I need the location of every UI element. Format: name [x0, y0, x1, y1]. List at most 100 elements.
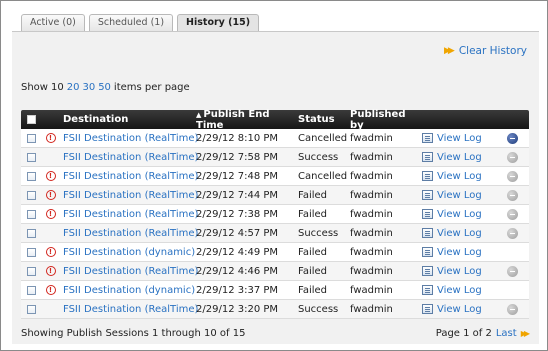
view-log-link[interactable]: View Log	[422, 133, 497, 144]
exclamation-circle-icon: !	[45, 247, 56, 257]
status-text: Failed	[298, 284, 328, 296]
clear-history-label: Clear History	[458, 45, 527, 57]
minus-circle-icon[interactable]	[506, 227, 518, 239]
publish-end-time: 2/29/12 7:44 PM	[196, 189, 279, 201]
destination-link[interactable]: FSII Destination (RealTime)	[63, 266, 198, 277]
view-log-link[interactable]: View Log	[422, 152, 497, 163]
history-panel: ▶▶ Clear History Show 10 20 30 50 items …	[12, 31, 539, 344]
published-by: fwadmin	[350, 170, 393, 182]
row-checkbox[interactable]	[27, 228, 36, 238]
publish-end-time: 2/29/12 8:10 PM	[196, 132, 279, 144]
minus-circle-icon[interactable]	[506, 189, 518, 201]
view-log-label: View Log	[437, 208, 482, 220]
view-log-link[interactable]: View Log	[422, 171, 497, 182]
tab-history[interactable]: History (15)	[177, 14, 260, 32]
row-checkbox[interactable]	[27, 171, 36, 181]
column-status[interactable]: Status	[298, 114, 350, 125]
last-page-link[interactable]: Last	[496, 328, 517, 339]
row-checkbox[interactable]	[27, 209, 36, 219]
status-text: Failed	[298, 189, 328, 201]
view-log-link[interactable]: View Log	[422, 228, 497, 239]
publish-end-time: 2/29/12 4:57 PM	[196, 227, 279, 239]
pagination: Page 1 of 2 Last ▶▶	[436, 328, 530, 339]
row-checkbox[interactable]	[27, 133, 36, 143]
tab-active[interactable]: Active (0)	[21, 14, 85, 31]
publish-end-time: 2/29/12 7:48 PM	[196, 170, 279, 182]
minus-circle-icon[interactable]	[506, 170, 518, 182]
log-document-icon	[422, 171, 433, 181]
published-by: fwadmin	[350, 284, 393, 296]
row-checkbox[interactable]	[27, 266, 36, 276]
row-checkbox[interactable]	[27, 304, 36, 314]
published-by: fwadmin	[350, 303, 393, 315]
destination-link[interactable]: FSII Destination (RealTime)	[63, 171, 198, 182]
table-row: ! FSII Destination (RealTime) 2/29/12 7:38…	[21, 205, 529, 224]
table-header: Destination ▲ Publish End Time Status Pub…	[21, 109, 529, 131]
fast-forward-icon: ▶▶	[444, 46, 455, 56]
per-page-option-50[interactable]: 50	[98, 82, 111, 93]
column-destination[interactable]: Destination	[63, 114, 196, 125]
status-text: Failed	[298, 246, 328, 258]
per-page-option-30[interactable]: 30	[82, 82, 95, 93]
view-log-label: View Log	[437, 284, 482, 296]
table-body: ! FSII Destination (RealTime) 2/29/12 8:10…	[21, 129, 529, 319]
publish-end-time: 2/29/12 3:37 PM	[196, 284, 279, 296]
view-log-link[interactable]: View Log	[422, 285, 497, 296]
column-published-by[interactable]: Published by	[350, 109, 422, 131]
destination-link[interactable]: FSII Destination (RealTime)	[63, 133, 198, 144]
view-log-label: View Log	[437, 265, 482, 277]
minus-circle-icon[interactable]	[506, 208, 518, 220]
view-log-link[interactable]: View Log	[422, 304, 497, 315]
sessions-table: Destination ▲ Publish End Time Status Pub…	[21, 109, 529, 319]
status-text: Success	[298, 303, 339, 315]
row-checkbox[interactable]	[27, 247, 36, 257]
destination-link[interactable]: FSII Destination (RealTime)	[63, 209, 198, 220]
destination-link[interactable]: FSII Destination (RealTime)	[63, 152, 198, 163]
table-row: ! FSII Destination (RealTime) 2/29/12 7:48…	[21, 167, 529, 186]
table-row: ! FSII Destination (RealTime) 2/29/12 8:10…	[21, 129, 529, 148]
per-page-option-20[interactable]: 20	[67, 82, 80, 93]
view-log-link[interactable]: View Log	[422, 209, 497, 220]
tab-bar: Active (0) Scheduled (1) History (15)	[21, 14, 260, 32]
table-row: ! FSII Destination (RealTime) 2/29/12 4:46…	[21, 262, 529, 281]
log-document-icon	[422, 209, 433, 219]
fast-forward-icon: ▶▶	[520, 329, 530, 338]
view-log-label: View Log	[437, 303, 482, 315]
destination-link[interactable]: FSII Destination (RealTime)	[63, 190, 198, 201]
view-log-link[interactable]: View Log	[422, 266, 497, 277]
destination-link[interactable]: FSII Destination (dynamic)	[63, 247, 195, 258]
exclamation-circle-icon: !	[45, 190, 56, 200]
publish-end-time: 2/29/12 4:46 PM	[196, 265, 279, 277]
view-log-label: View Log	[437, 151, 482, 163]
table-row: FSII Destination (RealTime) 2/29/12 4:57 …	[21, 224, 529, 243]
publish-sessions-window: Active (0) Scheduled (1) History (15) ▶▶…	[0, 0, 548, 351]
minus-circle-icon[interactable]	[506, 132, 518, 144]
tab-scheduled[interactable]: Scheduled (1)	[88, 14, 174, 31]
view-log-label: View Log	[437, 189, 482, 201]
publish-end-time: 2/29/12 3:20 PM	[196, 303, 279, 315]
row-checkbox[interactable]	[27, 190, 36, 200]
log-document-icon	[422, 133, 433, 143]
destination-link[interactable]: FSII Destination (RealTime)	[63, 228, 198, 239]
table-row: ! FSII Destination (dynamic) 2/29/12 4:49 …	[21, 243, 529, 262]
row-checkbox[interactable]	[27, 285, 36, 295]
column-publish-end-time[interactable]: ▲ Publish End Time	[196, 109, 298, 131]
select-all-checkbox[interactable]	[27, 115, 36, 124]
exclamation-circle-icon: !	[45, 285, 56, 295]
destination-link[interactable]: FSII Destination (dynamic)	[63, 285, 195, 296]
destination-link[interactable]: FSII Destination (RealTime)	[63, 304, 198, 315]
clear-history-link[interactable]: ▶▶ Clear History	[444, 45, 527, 57]
minus-circle-icon[interactable]	[506, 151, 518, 163]
minus-circle-icon[interactable]	[506, 303, 518, 315]
items-per-page: Show 10 20 30 50 items per page	[21, 82, 190, 93]
exclamation-circle-icon: !	[45, 133, 56, 143]
status-text: Cancelled	[298, 132, 348, 144]
published-by: fwadmin	[350, 151, 393, 163]
view-log-label: View Log	[437, 170, 482, 182]
view-log-link[interactable]: View Log	[422, 190, 497, 201]
row-checkbox[interactable]	[27, 152, 36, 162]
log-document-icon	[422, 266, 433, 276]
minus-circle-icon[interactable]	[506, 265, 518, 277]
view-log-link[interactable]: View Log	[422, 247, 497, 258]
status-text: Failed	[298, 208, 328, 220]
